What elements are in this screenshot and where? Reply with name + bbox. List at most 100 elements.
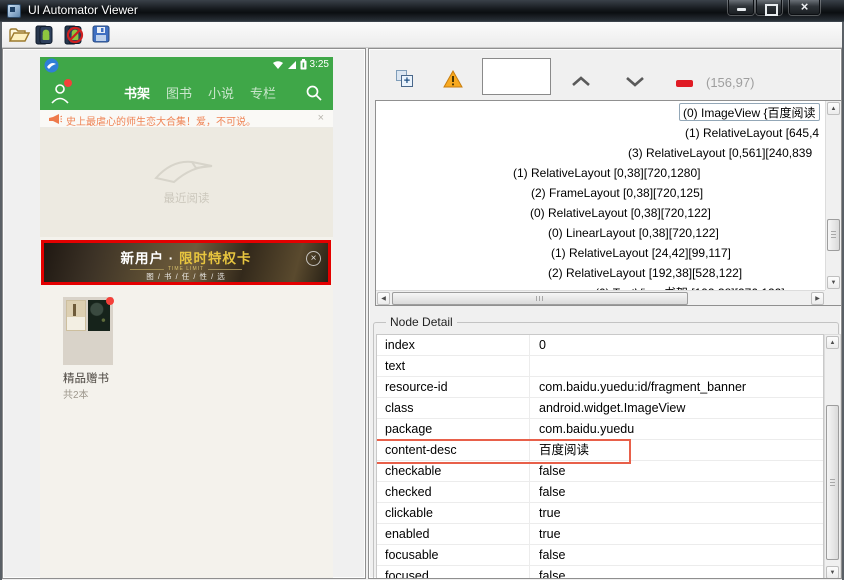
tree-viewport[interactable]: (0) ImageView {百度阅读 (1) RelativeLayout [… [376,101,825,290]
notice-bar[interactable]: 史上最虐心的师生恋大合集！爱，不可说。 × [40,110,333,128]
detail-value: false [539,485,566,499]
status-time: 3:25 [309,59,329,70]
table-row: text [377,356,823,377]
maximize-button[interactable] [756,0,782,16]
node-detail-table[interactable]: index 0 text resource-id com.baidu.yuedu:i… [376,334,824,579]
profile-notification-badge [64,79,72,87]
detail-value: com.baidu.yuedu [539,422,635,436]
table-row: checkable false [377,461,823,482]
tree-node-relativelayout-avatar[interactable]: (1) RelativeLayout [24,42][99,117] [551,244,731,262]
scroll-up-icon[interactable]: ▲ [826,336,839,349]
scroll-left-icon[interactable]: ◀ [377,292,390,305]
chevron-up-icon[interactable] [569,75,593,88]
node-detail-title: Node Detail [386,315,457,329]
book-cover-2 [88,300,110,331]
detail-value: 0 [539,338,546,352]
table-row: checked false [377,482,823,503]
detail-value: false [539,464,566,478]
open-folder-icon [8,28,30,42]
scrollbar-corner [825,290,841,305]
detail-value: false [539,548,566,562]
book-group[interactable] [63,297,114,365]
detail-vscroll-thumb[interactable] [826,405,839,560]
device-screenshot[interactable]: 3:25 书架 图书 小说 专栏 史上最虐心的师生恋大合集！爱，不可说。 × 最… [40,57,333,578]
tree-horizontal-scrollbar[interactable]: ◀ ▶ [376,290,825,305]
detail-key: checked [385,485,432,499]
book-cover-1 [66,300,86,331]
phone-status-bar: 3:25 [40,57,333,75]
detail-value: true [539,527,561,541]
tree-node-relativelayout-0[interactable]: (0) RelativeLayout [0,38][720,122] [530,204,711,222]
hierarchy-tree: (0) ImageView {百度阅读 (1) RelativeLayout [… [375,100,841,306]
megaphone-icon [49,114,62,124]
table-row: focused false [377,566,823,579]
close-button[interactable] [789,0,820,15]
open-file-button[interactable] [8,25,32,45]
tree-node-relativelayout-1[interactable]: (1) RelativeLayout [645,4 [685,124,819,142]
book-new-badge [106,297,114,305]
title-bar[interactable]: UI Automator Viewer [0,0,844,22]
recent-read-label: 最近阅读 [163,193,210,205]
detail-key: focused [385,569,429,579]
tree-node-framelayout[interactable]: (2) FrameLayout [0,38][720,125] [531,184,703,202]
banner-close-icon[interactable]: × [306,251,321,266]
minimize-button[interactable] [728,0,754,15]
tree-node-relativelayout-root[interactable]: (1) RelativeLayout [0,38][720,1280] [513,164,700,182]
search-icon[interactable] [305,84,323,102]
banner-title: 新用户 · 限时特权卡 [120,251,252,266]
table-row: focusable false [377,545,823,566]
save-button[interactable] [92,25,116,45]
chevron-down-icon[interactable] [623,75,647,88]
detail-key: focusable [385,548,439,562]
tree-node-relativelayout-3[interactable]: (3) RelativeLayout [0,561][240,839 [628,144,812,162]
app-window: UI Automator Viewer × 3:25 书架 图书 小说 专栏 史… [0,0,844,580]
device-screenshot-icon [35,25,53,45]
tree-vertical-scrollbar[interactable]: ▲ ▼ [825,101,841,290]
scroll-right-icon[interactable]: ▶ [811,292,824,305]
notification-app-icon [44,58,59,73]
banner-tagline: 图 / 书 / 任 / 性 / 选 [146,272,226,281]
device-screenshot-button[interactable] [33,25,57,45]
scroll-up-icon[interactable]: ▲ [827,102,840,115]
device-screenshot-compressed-button[interactable] [62,25,86,45]
detail-key: text [385,359,406,373]
app-icon [7,4,21,18]
expand-all-button[interactable]: + [401,75,413,87]
detail-value: com.baidu.yuedu:id/fragment_banner [539,380,747,394]
detail-key: resource-id [385,380,448,394]
detail-key: checkable [385,464,442,478]
phone-nav-bar: 书架 图书 小说 专栏 [40,75,333,110]
table-row: package com.baidu.yuedu [377,419,823,440]
scroll-down-icon[interactable]: ▼ [827,276,840,289]
tree-node-imageview[interactable]: (0) ImageView {百度阅读 [679,103,820,121]
record-dash-icon[interactable] [676,80,693,87]
table-row: index 0 [377,335,823,356]
warning-icon[interactable] [443,70,463,88]
tree-node-linearlayout[interactable]: (0) LinearLayout [0,38][720,122] [548,224,719,242]
book-group-title: 精品赠书 [63,373,109,385]
detail-key: index [385,338,415,352]
notice-text: 史上最虐心的师生恋大合集！爱，不可说。 [66,117,256,128]
table-row: enabled true [377,524,823,545]
window-title: UI Automator Viewer [28,3,138,17]
save-floppy-icon [92,25,110,43]
tree-hscroll-thumb[interactable] [392,292,688,305]
scroll-down-icon[interactable]: ▼ [826,566,839,578]
screenshot-panel: 3:25 书架 图书 小说 专栏 史上最虐心的师生恋大合集！爱，不可说。 × 最… [2,48,366,579]
tab-bookshelf[interactable]: 书架 [124,83,150,102]
tree-node-relativelayout-tabs[interactable]: (2) RelativeLayout [192,38][528,122] [548,264,742,282]
promo-banner-imageview[interactable]: 新用户 · 限时特权卡 TIME LIMIT 图 / 书 / 任 / 性 / 选… [41,240,331,285]
recent-read-area: 最近阅读 [40,128,333,237]
search-input[interactable] [482,58,551,95]
detail-key: package [385,422,433,436]
tree-vscroll-thumb[interactable] [827,219,840,251]
detail-key: enabled [385,527,430,541]
signal-icon [287,60,296,69]
tab-books[interactable]: 图书 [166,83,192,102]
content-desc-highlight-box [377,439,631,464]
notice-close-icon[interactable]: × [318,112,324,124]
detail-key: class [385,401,414,415]
tab-column[interactable]: 专栏 [250,83,276,102]
tab-novel[interactable]: 小说 [208,83,234,102]
detail-vertical-scrollbar[interactable]: ▲ ▼ [824,334,841,578]
